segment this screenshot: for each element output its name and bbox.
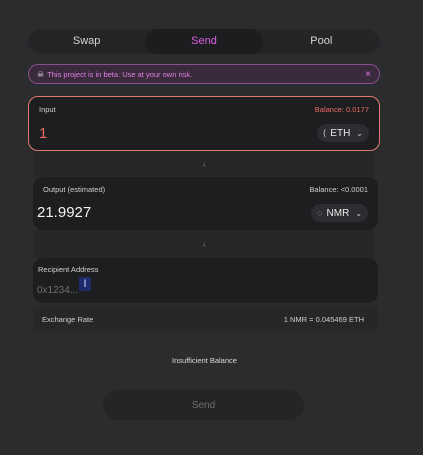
input-token-symbol: ETH — [330, 127, 351, 139]
ethereum-icon: ⟨ — [322, 127, 327, 138]
recipient-label: Recipient Address — [38, 265, 99, 274]
input-label: Input — [39, 105, 56, 114]
output-token-selector[interactable]: ◌ NMR ⌄ — [311, 204, 368, 222]
tab-send[interactable]: Send — [145, 29, 263, 54]
beta-warning-banner: ☠ This project is in beta. Use at your o… — [28, 64, 380, 84]
send-button[interactable]: Send — [103, 390, 304, 420]
status-message: Insufficient Balance — [172, 356, 237, 365]
text-cursor-icon: I — [79, 277, 91, 291]
recipient-address-input[interactable] — [37, 282, 237, 298]
input-balance: Balance: 0.0177 — [314, 105, 369, 114]
numeraire-icon: ◌ — [317, 208, 323, 218]
beta-warning-text: This project is in beta. Use at your own… — [47, 69, 193, 79]
exchange-rate-value: 1 NMR = 0.045469 ETH — [283, 315, 364, 324]
input-token-selector[interactable]: ⟨ ETH ⌄ — [316, 124, 369, 142]
tab-pool[interactable]: Pool — [263, 29, 380, 54]
chevron-down-icon: ⌄ — [356, 128, 363, 138]
output-balance: Balance: <0.0001 — [309, 185, 368, 194]
swap-direction-arrow: ↓ — [33, 151, 375, 177]
input-panel: Input Balance: 0.0177 1 ⟨ ETH ⌄ — [28, 96, 380, 151]
tab-bar: Swap Send Pool — [28, 29, 380, 54]
output-label: Output (estimated) — [43, 185, 106, 194]
chevron-down-icon: ⌄ — [355, 208, 362, 218]
input-amount-field[interactable]: 1 — [39, 125, 47, 142]
send-direction-arrow: ↓ — [33, 230, 375, 258]
output-panel: Output (estimated) Balance: <0.0001 21.9… — [33, 177, 378, 230]
close-icon[interactable]: × — [365, 69, 371, 80]
exchange-rate-label: Exchange Rate — [42, 315, 94, 324]
skull-icon: ☠ — [37, 69, 45, 79]
output-token-symbol: NMR — [326, 207, 350, 219]
exchange-rate-row: Exchange Rate 1 NMR = 0.045469 ETH — [33, 307, 378, 331]
output-amount-field[interactable]: 21.9927 — [37, 204, 91, 221]
tab-swap[interactable]: Swap — [28, 29, 145, 54]
